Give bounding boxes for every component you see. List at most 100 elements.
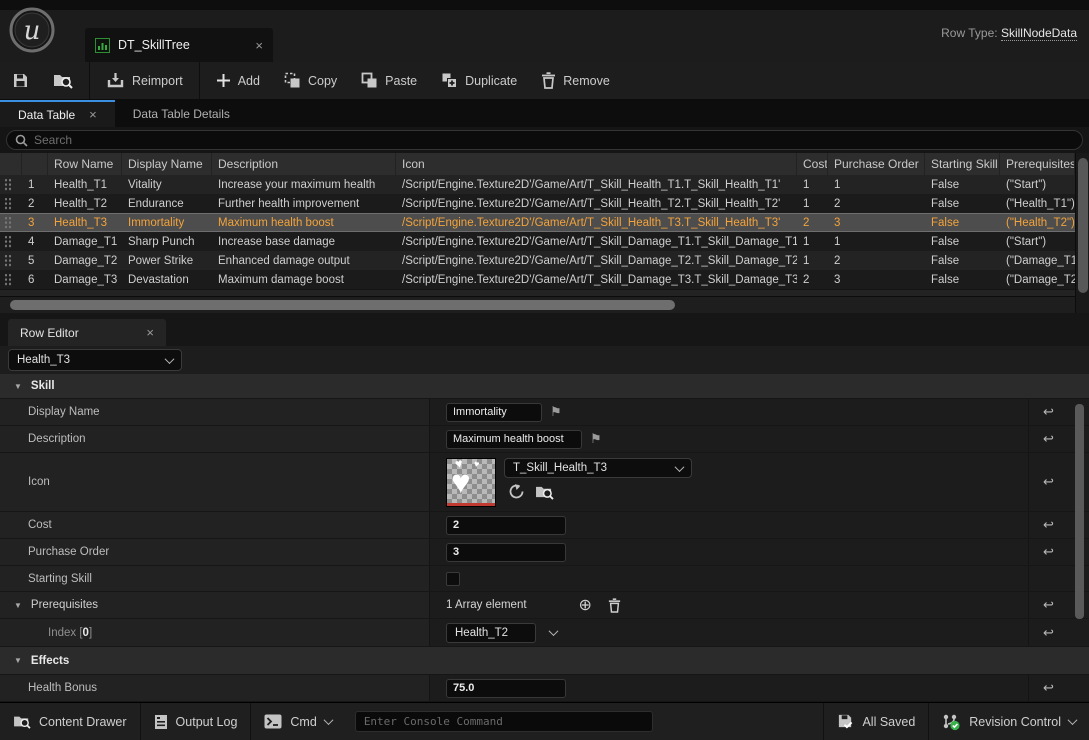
property-row-health-bonus: Health Bonus ↩	[0, 675, 1089, 702]
asset-tab-close-icon[interactable]: ×	[255, 38, 263, 53]
clear-array-icon[interactable]	[608, 598, 621, 613]
add-label: Add	[238, 74, 260, 88]
search-box[interactable]	[6, 130, 1083, 150]
column-header-icon-path[interactable]: Icon	[396, 153, 797, 175]
all-saved-button[interactable]: All Saved	[823, 703, 928, 740]
health-bonus-input[interactable]	[446, 679, 566, 698]
cell-display-name: Immortality	[122, 213, 212, 232]
prerequisites-label: Prerequisites	[31, 599, 98, 611]
cell-row-name: Damage_T3	[48, 270, 122, 289]
svg-text:u: u	[24, 16, 41, 46]
remove-row-button[interactable]: Remove	[529, 62, 622, 99]
horizontal-scrollbar[interactable]	[0, 296, 1075, 313]
cost-input[interactable]	[446, 516, 566, 535]
duplicate-row-button[interactable]: Duplicate	[429, 62, 529, 99]
texture2d-color-bar	[447, 503, 495, 506]
reset-to-default-button[interactable]: ↩	[1028, 512, 1068, 538]
horizontal-scrollbar-thumb[interactable]	[10, 300, 675, 310]
content-drawer-button[interactable]: Content Drawer	[0, 703, 141, 740]
save-button[interactable]	[0, 62, 41, 99]
browse-to-asset-button[interactable]	[41, 62, 85, 99]
table-row-Health_T3[interactable]: 3Health_T3ImmortalityMaximum health boos…	[0, 213, 1075, 232]
tab-data-table-details-label: Data Table Details	[133, 107, 230, 121]
texture-thumbnail[interactable]: ♥ ♥ ♥	[446, 458, 496, 507]
collapse-arrow-icon[interactable]: ▼	[14, 601, 22, 610]
cell-cost: 2	[797, 213, 828, 232]
reset-to-default-button[interactable]: ↩	[1028, 539, 1068, 565]
column-header-description[interactable]: Description	[212, 153, 396, 175]
reset-to-default-button[interactable]: ↩	[1028, 619, 1068, 646]
output-log-button[interactable]: Output Log	[141, 703, 252, 740]
chevron-down-icon[interactable]	[549, 626, 559, 636]
tab-data-table[interactable]: Data Table ×	[0, 100, 115, 127]
reset-to-default-button[interactable]: ↩	[1028, 675, 1068, 701]
cmd-label: Cmd	[290, 715, 316, 729]
row-drag-handle[interactable]	[4, 197, 12, 210]
column-header-prerequisites[interactable]: Prerequisites	[1000, 153, 1075, 175]
category-effects[interactable]: ▼ Effects	[0, 647, 1089, 675]
heart-icon: ♥	[451, 465, 471, 498]
column-header-starting-skill[interactable]: Starting Skill	[925, 153, 1000, 175]
starting-skill-label: Starting Skill	[28, 573, 92, 585]
cmd-dropdown-button[interactable]: Cmd	[251, 703, 344, 740]
browse-to-asset-icon[interactable]	[535, 484, 554, 500]
prerequisite-value-dropdown[interactable]: Health_T2	[446, 623, 536, 643]
row-selector-dropdown[interactable]: Health_T3	[8, 349, 182, 371]
row-drag-handle[interactable]	[4, 254, 12, 267]
column-header-purchase-order[interactable]: Purchase Order	[828, 153, 925, 175]
column-header-cost[interactable]: Cost	[797, 153, 828, 175]
property-grid-scrollbar-thumb[interactable]	[1075, 404, 1084, 619]
table-row-Health_T1[interactable]: 1Health_T1VitalityIncrease your maximum …	[0, 175, 1075, 194]
icon-asset-name: T_Skill_Health_T3	[513, 462, 607, 474]
row-drag-handle[interactable]	[4, 216, 12, 229]
row-drag-handle[interactable]	[4, 178, 12, 191]
table-row-Health_T2[interactable]: 2Health_T2EnduranceFurther health improv…	[0, 194, 1075, 213]
column-header-row-name[interactable]: Row Name	[48, 153, 122, 175]
description-label: Description	[28, 433, 86, 445]
asset-tab-dt-skilltree[interactable]: DT_SkillTree ×	[85, 28, 273, 62]
paste-row-button[interactable]: Paste	[349, 62, 429, 99]
reset-to-default-button[interactable]: ↩	[1028, 426, 1068, 452]
tab-row-editor-close-icon[interactable]: ×	[146, 325, 154, 340]
reset-to-default-button[interactable]: ↩	[1028, 453, 1068, 511]
localization-flag-icon[interactable]: ⚑	[590, 431, 602, 447]
tab-data-table-close-icon[interactable]: ×	[89, 107, 97, 122]
row-type-value-link[interactable]: SkillNodeData	[1001, 26, 1077, 41]
cell-description: Enhanced damage output	[212, 251, 396, 270]
revision-control-button[interactable]: Revision Control	[928, 703, 1089, 740]
console-command-input[interactable]	[355, 711, 653, 732]
icon-asset-dropdown[interactable]: T_Skill_Health_T3	[504, 458, 692, 478]
search-input[interactable]	[34, 133, 1074, 147]
table-row-Damage_T1[interactable]: 4Damage_T1Sharp PunchIncrease base damag…	[0, 232, 1075, 251]
copy-row-button[interactable]: Copy	[272, 62, 349, 99]
table-vertical-scrollbar-thumb[interactable]	[1078, 158, 1088, 293]
purchase-order-input[interactable]	[446, 543, 566, 562]
table-row-Damage_T2[interactable]: 5Damage_T2Power StrikeEnhanced damage ou…	[0, 251, 1075, 270]
column-header-blank-0[interactable]	[0, 153, 22, 175]
column-header-blank-1[interactable]	[22, 153, 48, 175]
reset-to-default-button[interactable]: ↩	[1028, 399, 1068, 425]
localization-flag-icon[interactable]: ⚑	[550, 404, 562, 420]
reimport-button[interactable]: Reimport	[94, 62, 195, 99]
table-vertical-scrollbar[interactable]	[1075, 153, 1089, 313]
starting-skill-checkbox[interactable]	[446, 572, 460, 586]
use-selected-asset-icon[interactable]	[508, 483, 525, 500]
cell-prerequisites: ("Start")	[1000, 175, 1075, 194]
tab-row-editor[interactable]: Row Editor ×	[8, 319, 166, 346]
tab-data-table-details[interactable]: Data Table Details	[115, 100, 248, 127]
table-row-Damage_T3[interactable]: 6Damage_T3DevastationMaximum damage boos…	[0, 270, 1075, 289]
row-drag-handle[interactable]	[4, 273, 12, 286]
add-array-element-icon[interactable]: ⊕	[579, 595, 592, 615]
display-name-input[interactable]	[446, 403, 542, 422]
column-header-display-name[interactable]: Display Name	[122, 153, 212, 175]
description-input[interactable]	[446, 430, 582, 449]
unreal-logo-icon[interactable]: u	[8, 6, 56, 54]
row-type-label: Row Type:	[941, 26, 997, 40]
row-drag-handle[interactable]	[4, 235, 12, 248]
cell-starting-skill: False	[925, 251, 1000, 270]
reset-to-default-button[interactable]: ↩	[1028, 592, 1068, 618]
category-skill[interactable]: ▼ Skill	[0, 374, 1089, 399]
add-row-button[interactable]: Add	[204, 62, 272, 99]
icon-label: Icon	[28, 476, 50, 488]
cell-purchase-order: 2	[828, 251, 925, 270]
